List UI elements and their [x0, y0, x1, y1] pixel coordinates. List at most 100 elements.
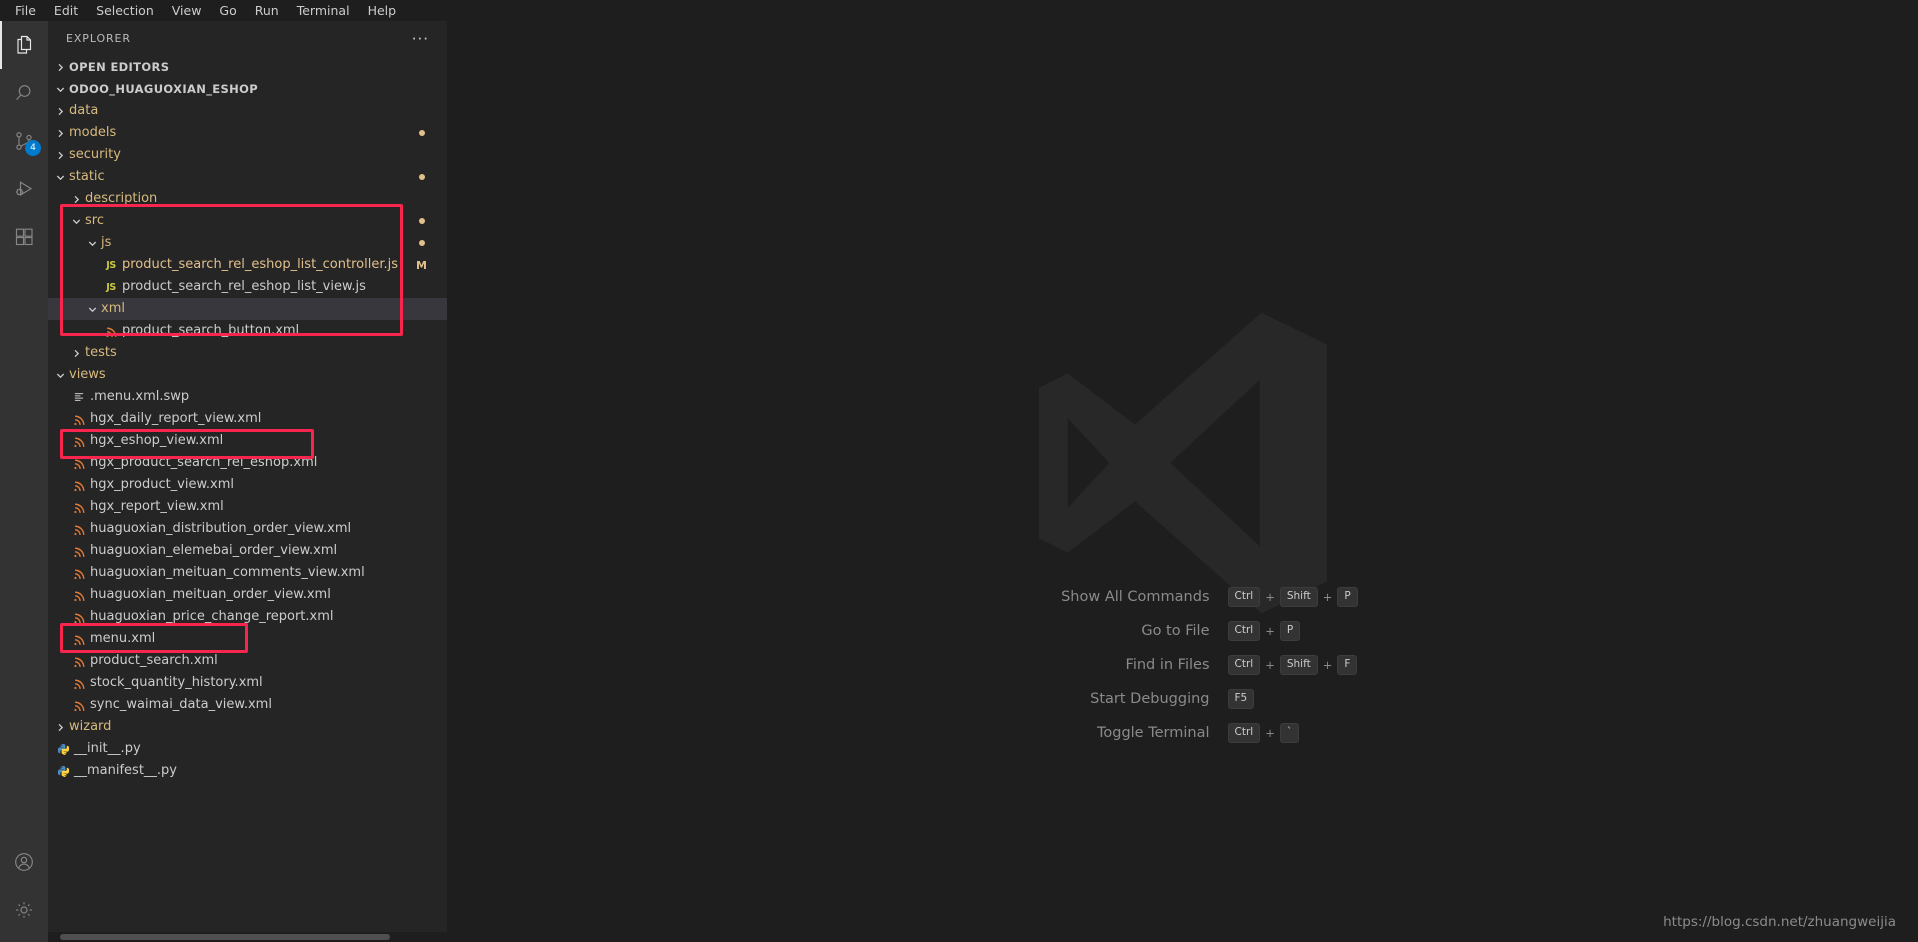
sidebar-more-actions-button[interactable]: ···: [412, 31, 429, 46]
sidebar-header: EXPLORER ···: [48, 21, 447, 56]
xml-file-icon: [68, 633, 90, 646]
tree-file-row[interactable]: product_search_button.xml: [48, 320, 447, 342]
tree-folder-row[interactable]: models: [48, 122, 447, 144]
tree-file-row[interactable]: JS product_search_rel_eshop_list_controll…: [48, 254, 447, 276]
shortcut-keys: Ctrl + `: [1227, 723, 1300, 743]
section-open-editors[interactable]: OPEN EDITORS: [48, 56, 447, 78]
tree-item-label: src: [85, 213, 104, 228]
tree-file-row[interactable]: huaguoxian_price_change_report.xml: [48, 606, 447, 628]
keybinding-key: Ctrl: [1227, 723, 1261, 743]
chevron-down-icon[interactable]: [84, 232, 101, 254]
keybinding-key: F5: [1227, 689, 1255, 709]
tree-folder-row[interactable]: xml: [48, 298, 447, 320]
tree-file-row[interactable]: hgx_product_view.xml: [48, 474, 447, 496]
activity-item-source-control[interactable]: 4: [0, 117, 48, 165]
tree-file-row[interactable]: sync_waimai_data_view.xml: [48, 694, 447, 716]
section-project-root[interactable]: ODOO_HUAGUOXIAN_ESHOP: [48, 78, 447, 100]
shortcut-label: Start Debugging: [1090, 691, 1210, 707]
tree-folder-row[interactable]: tests: [48, 342, 447, 364]
swap-file-icon: [68, 391, 90, 403]
activity-item-accounts[interactable]: [0, 838, 48, 886]
file-tree[interactable]: data models security static description src js…: [48, 100, 447, 942]
tree-folder-row[interactable]: views: [48, 364, 447, 386]
workbench: 4 EXPLORER ··· OPEN EDITORS ODOO_HUAGUOX…: [0, 21, 1918, 942]
tree-folder-row[interactable]: wizard: [48, 716, 447, 738]
keybinding-key: Shift: [1279, 587, 1318, 607]
activity-item-extensions[interactable]: [0, 213, 48, 261]
menu-item-terminal[interactable]: Terminal: [288, 1, 359, 20]
tree-file-row[interactable]: menu.xml: [48, 628, 447, 650]
tree-item-label: huaguoxian_meituan_order_view.xml: [90, 587, 331, 602]
chevron-down-icon[interactable]: [84, 298, 101, 320]
python-file-icon: [52, 743, 74, 756]
tree-folder-row[interactable]: static: [48, 166, 447, 188]
tree-item-label: static: [69, 169, 105, 184]
tree-item-label: wizard: [69, 719, 112, 734]
xml-file-icon: [68, 457, 90, 470]
tree-item-label: .menu.xml.swp: [90, 389, 190, 404]
menu-item-edit[interactable]: Edit: [45, 1, 87, 20]
chevron-down-icon[interactable]: [52, 166, 69, 188]
xml-file-icon: [68, 523, 90, 536]
tree-folder-row[interactable]: data: [48, 100, 447, 122]
chevron-right-icon[interactable]: [52, 144, 69, 166]
xml-file-icon: [68, 479, 90, 492]
tree-file-row[interactable]: huaguoxian_meituan_order_view.xml: [48, 584, 447, 606]
tree-file-row[interactable]: hgx_product_search_rel_eshop.xml: [48, 452, 447, 474]
chevron-down-icon[interactable]: [52, 364, 69, 386]
tree-file-row[interactable]: .menu.xml.swp: [48, 386, 447, 408]
keybinding-key: P: [1337, 587, 1358, 607]
tree-item-label: hgx_daily_report_view.xml: [90, 411, 262, 426]
keybinding-key: Ctrl: [1227, 587, 1261, 607]
tree-file-row[interactable]: huaguoxian_distribution_order_view.xml: [48, 518, 447, 540]
tree-file-row[interactable]: hgx_report_view.xml: [48, 496, 447, 518]
tree-file-row[interactable]: hgx_eshop_view.xml: [48, 430, 447, 452]
chevron-down-icon[interactable]: [68, 210, 85, 232]
activity-item-search[interactable]: [0, 69, 48, 117]
menu-item-help[interactable]: Help: [359, 1, 406, 20]
activity-item-run-debug[interactable]: [0, 165, 48, 213]
tree-file-row[interactable]: product_search.xml: [48, 650, 447, 672]
activity-bar-bottom: [0, 838, 48, 942]
menu-item-run[interactable]: Run: [246, 1, 288, 20]
xml-file-icon: [68, 545, 90, 558]
activity-item-explorer[interactable]: [0, 21, 48, 69]
xml-file-icon: [100, 325, 122, 338]
tree-file-row[interactable]: __init__.py: [48, 738, 447, 760]
python-file-icon: [52, 765, 74, 778]
chevron-right-icon[interactable]: [68, 342, 85, 364]
chevron-right-icon[interactable]: [52, 716, 69, 738]
chevron-right-icon[interactable]: [52, 100, 69, 122]
tree-file-row[interactable]: stock_quantity_history.xml: [48, 672, 447, 694]
scrollbar-thumb[interactable]: [60, 934, 390, 940]
tree-item-label: product_search_rel_eshop_list_view.js: [122, 279, 366, 294]
menu-item-file[interactable]: File: [6, 1, 45, 20]
menu-item-view[interactable]: View: [163, 1, 211, 20]
tree-item-label: huaguoxian_elemebai_order_view.xml: [90, 543, 338, 558]
tree-folder-row[interactable]: js: [48, 232, 447, 254]
tree-item-label: views: [69, 367, 106, 382]
tree-file-row[interactable]: hgx_daily_report_view.xml: [48, 408, 447, 430]
tree-file-row[interactable]: JS product_search_rel_eshop_list_view.js: [48, 276, 447, 298]
activity-bar: 4: [0, 21, 48, 942]
chevron-right-icon[interactable]: [52, 122, 69, 144]
key-separator: +: [1265, 726, 1275, 740]
sidebar-horizontal-scrollbar[interactable]: [48, 932, 447, 942]
menu-item-go[interactable]: Go: [210, 1, 245, 20]
tree-folder-row[interactable]: description: [48, 188, 447, 210]
shortcut-row: Toggle Terminal Ctrl + `: [903, 722, 1463, 744]
tree-item-label: product_search_button.xml: [122, 323, 300, 338]
shortcut-keys: Ctrl + Shift + F: [1227, 655, 1358, 675]
tree-file-row[interactable]: __manifest__.py: [48, 760, 447, 782]
tree-folder-row[interactable]: src: [48, 210, 447, 232]
xml-file-icon: [68, 589, 90, 602]
key-separator: +: [1322, 590, 1333, 604]
tree-item-label: sync_waimai_data_view.xml: [90, 697, 272, 712]
source-control-badge: 4: [25, 140, 41, 156]
tree-file-row[interactable]: huaguoxian_meituan_comments_view.xml: [48, 562, 447, 584]
tree-file-row[interactable]: huaguoxian_elemebai_order_view.xml: [48, 540, 447, 562]
tree-folder-row[interactable]: security: [48, 144, 447, 166]
activity-item-settings[interactable]: [0, 886, 48, 934]
menu-item-selection[interactable]: Selection: [87, 1, 163, 20]
chevron-right-icon[interactable]: [68, 188, 85, 210]
